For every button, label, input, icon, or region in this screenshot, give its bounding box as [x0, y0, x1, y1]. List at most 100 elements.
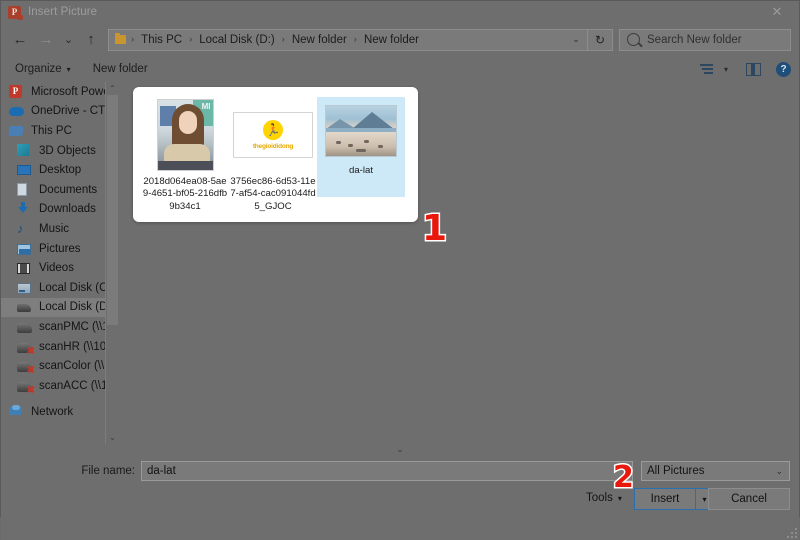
sidebar-item-label: Network: [31, 406, 74, 419]
logo-text: thegioididong: [252, 143, 294, 150]
music-icon: ♪: [17, 220, 24, 236]
thumbnail-container: [156, 99, 214, 171]
address-bar[interactable]: › This PC › Local Disk (D:) › New folder…: [108, 28, 588, 51]
command-bar-right: ▾ ?: [700, 61, 791, 77]
file-name-input[interactable]: da-lat: [141, 461, 633, 481]
recent-locations-button[interactable]: ⌄: [59, 27, 78, 53]
list-item[interactable]: 🏃 thegioididong 3756ec86-6d53-11e7-af54-…: [229, 97, 317, 222]
organize-button[interactable]: Organize ▾: [15, 63, 71, 75]
search-input[interactable]: Search New folder: [619, 28, 791, 51]
sidebar-item-pictures[interactable]: Pictures: [1, 239, 119, 259]
local-disk-c-icon: [17, 281, 32, 295]
sidebar-item-label: Local Disk (C:): [39, 281, 115, 294]
file-name-label: 3756ec86-6d53-11e7-af54-cac091044fd5_GJO…: [230, 176, 316, 212]
network-icon: [9, 405, 24, 419]
sidebar-item-music[interactable]: ♪ Music: [1, 219, 119, 239]
network-drive-error-icon: [17, 359, 35, 376]
local-disk-d-icon: [17, 300, 32, 314]
refresh-button[interactable]: ↻: [588, 28, 613, 51]
sidebar-item-label: Music: [39, 222, 70, 235]
scroll-down-icon[interactable]: ⌄: [106, 431, 119, 444]
up-button[interactable]: ↑: [78, 27, 104, 53]
file-type-select[interactable]: All Pictures ⌄: [641, 461, 790, 481]
sidebar-item-onedrive[interactable]: OneDrive - CTY CP: [1, 102, 119, 122]
powerpoint-icon: P: [8, 5, 23, 20]
breadcrumb-item-0[interactable]: This PC: [139, 34, 184, 46]
scroll-up-icon[interactable]: ⌃: [106, 82, 119, 95]
back-button[interactable]: ←: [7, 27, 33, 53]
breadcrumb-item-3[interactable]: New folder: [362, 34, 421, 46]
scrollbar-thumb[interactable]: [107, 95, 118, 325]
sidebar-item-this-pc[interactable]: This PC: [1, 121, 119, 141]
title-bar: P Insert Picture ✕: [1, 1, 799, 23]
list-item[interactable]: da-lat: [317, 97, 405, 197]
insert-picture-dialog: P Insert Picture ✕ ← → ⌄ ↑ › This PC › L…: [0, 0, 800, 540]
command-bar: Organize ▾ New folder ▾ ?: [1, 56, 799, 82]
new-folder-button[interactable]: New folder: [93, 63, 148, 75]
runner-icon: 🏃: [263, 120, 283, 140]
help-icon[interactable]: ?: [776, 61, 791, 77]
tools-label: Tools: [586, 492, 613, 504]
sidebar-item-scanpmc[interactable]: scanPMC (\\10.6: [1, 317, 119, 337]
thumbnail-container: [325, 103, 397, 159]
search-icon: [627, 33, 640, 46]
sidebar-scrollbar[interactable]: ⌃ ⌄: [105, 82, 119, 444]
powerpoint-icon: P: [9, 84, 24, 99]
breadcrumb-separator: ›: [131, 34, 135, 45]
sidebar-item-videos[interactable]: Videos: [1, 258, 119, 278]
sidebar-item-network[interactable]: Network: [1, 403, 119, 423]
sidebar-item-microsoft-powerpoint[interactable]: P Microsoft PowerPo: [1, 82, 119, 102]
sidebar-item-scanhr[interactable]: scanHR (\\10.68.: [1, 337, 119, 357]
desktop-icon: [17, 163, 32, 177]
thumbnail-container: 🏃 thegioididong: [233, 99, 313, 171]
list-item[interactable]: 2018d064ea08-5ae9-4651-bf05-216dfb9b34c1: [141, 97, 229, 222]
sidebar-item-scanacc[interactable]: scanACC (\\10.68: [1, 376, 119, 396]
videos-icon: [17, 261, 32, 275]
pictures-icon: [17, 242, 32, 256]
sidebar-item-desktop[interactable]: Desktop: [1, 160, 119, 180]
sidebar-item-3d-objects[interactable]: 3D Objects: [1, 141, 119, 161]
file-name-label-text: File name:: [81, 465, 135, 477]
file-list-panel: 2018d064ea08-5ae9-4651-bf05-216dfb9b34c1…: [133, 87, 418, 222]
forward-button[interactable]: →: [33, 27, 59, 53]
portrait-photo-thumbnail: [156, 99, 214, 171]
cancel-button[interactable]: Cancel: [708, 488, 790, 510]
sidebar-item-local-disk-c[interactable]: Local Disk (C:): [1, 278, 119, 298]
resize-grip[interactable]: [785, 526, 797, 538]
network-drive-error-icon: [17, 379, 35, 396]
downloads-icon: [17, 202, 32, 216]
sidebar-item-local-disk-d[interactable]: Local Disk (D:): [1, 297, 119, 318]
sidebar-item-downloads[interactable]: Downloads: [1, 200, 119, 220]
insert-button[interactable]: Insert: [634, 488, 696, 510]
file-name-label: 2018d064ea08-5ae9-4651-bf05-216dfb9b34c1: [142, 176, 228, 212]
breadcrumb-item-2[interactable]: New folder: [290, 34, 349, 46]
annotation-badge-1: 1: [420, 208, 448, 249]
sidebar-item-label: Videos: [39, 262, 74, 275]
breadcrumb-separator: ›: [281, 34, 285, 45]
sidebar-item-label: 3D Objects: [39, 144, 96, 157]
organize-label: Organize: [15, 63, 62, 75]
file-name-label: da-lat: [349, 165, 373, 176]
window-title: Insert Picture: [28, 6, 98, 18]
network-drive-error-icon: [17, 340, 35, 357]
file-list-area[interactable]: 2018d064ea08-5ae9-4651-bf05-216dfb9b34c1…: [119, 82, 799, 444]
view-options-icon[interactable]: [700, 63, 716, 76]
this-pc-icon: [8, 124, 24, 138]
network-drive-icon: [17, 320, 32, 334]
breadcrumb-item-1[interactable]: Local Disk (D:): [197, 34, 276, 46]
navigation-bar: ← → ⌄ ↑ › This PC › Local Disk (D:) › Ne…: [1, 23, 799, 56]
chevron-down-icon[interactable]: ⌄: [565, 30, 587, 50]
onedrive-icon: [9, 104, 24, 118]
close-icon[interactable]: ✕: [755, 1, 799, 23]
search-placeholder: Search New folder: [647, 33, 742, 46]
preview-pane-icon[interactable]: [746, 62, 761, 76]
chevron-down-icon: ▾: [66, 64, 71, 74]
sidebar-item-label: Documents: [39, 183, 98, 196]
chevron-down-icon: ⌄: [775, 465, 783, 476]
sidebar-item-label: This PC: [31, 124, 72, 137]
chevron-down-icon[interactable]: ▾: [720, 65, 732, 74]
3d-objects-icon: [17, 143, 32, 158]
sidebar-item-documents[interactable]: Documents: [1, 180, 119, 200]
sidebar-item-scancolor[interactable]: scanColor (\\10.6: [1, 356, 119, 376]
pane-collapse-handle[interactable]: ⌄: [1, 444, 799, 455]
